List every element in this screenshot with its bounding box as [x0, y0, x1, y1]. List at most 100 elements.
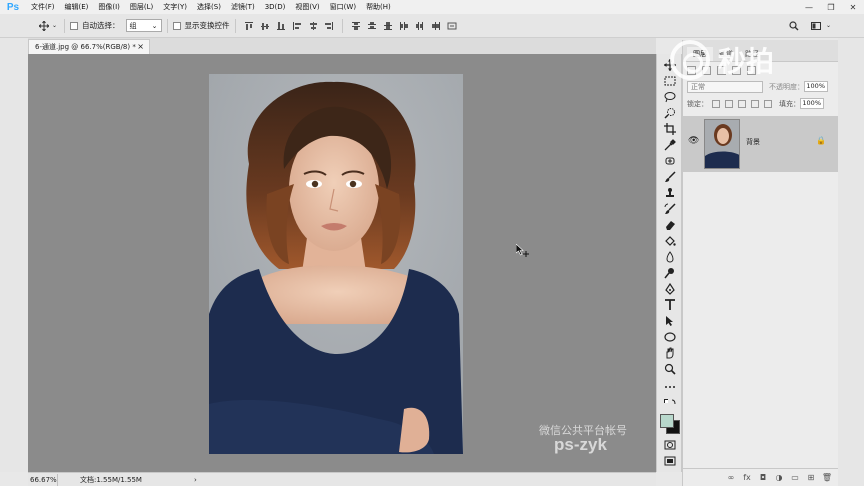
watermark-id-text: ps-zyk [554, 435, 607, 454]
new-layer-icon[interactable]: ⊞ [806, 473, 816, 483]
mask-icon[interactable]: ◘ [758, 473, 768, 483]
pen-tool-icon[interactable] [662, 282, 678, 296]
distribute-right-icon[interactable] [428, 19, 444, 33]
portrait-photo [209, 74, 463, 454]
link-icon[interactable]: ∞ [726, 473, 736, 483]
clone-stamp-tool-icon[interactable] [662, 186, 678, 200]
auto-select-value: 组 [129, 21, 137, 30]
menu-image[interactable]: 图像(I) [93, 0, 125, 14]
chevron-down-icon[interactable]: ⌄ [52, 22, 57, 29]
distribute-left-icon[interactable] [396, 19, 412, 33]
type-tool-icon[interactable] [662, 298, 678, 312]
align-right-icon[interactable] [321, 19, 337, 33]
path-selection-tool-icon[interactable] [662, 314, 678, 328]
show-transform-checkbox[interactable] [172, 21, 181, 30]
ellipse-tool-icon[interactable] [662, 330, 678, 344]
menu-view[interactable]: 视图(V) [290, 0, 324, 14]
layers-panel-footer: ∞ fx ◘ ◑ ▭ ⊞ 🗑 [683, 468, 838, 486]
miaopai-brand-text: 秒拍 [718, 45, 775, 78]
menu-filter[interactable]: 滤镜(T) [226, 0, 260, 14]
dodge-tool-icon[interactable] [662, 266, 678, 280]
blur-tool-icon[interactable] [662, 250, 678, 264]
menu-help[interactable]: 帮助(H) [361, 0, 396, 14]
lock-icon: 🔒 [816, 136, 826, 145]
opacity-label: 不透明度： [769, 82, 804, 91]
lock-label: 锁定： [687, 99, 708, 108]
workspace-icon[interactable] [808, 19, 824, 33]
fill-label: 填充： [779, 99, 800, 108]
restore-button[interactable]: ❐ [820, 0, 842, 14]
close-tab-icon[interactable]: × [137, 40, 144, 54]
fx-icon[interactable]: fx [742, 473, 752, 483]
menu-layer[interactable]: 图层(L) [125, 0, 158, 14]
status-bar: 66.67% 文档:1.55M/1.55M › [28, 472, 656, 486]
eye-visibility-icon[interactable]: 👁 [688, 136, 699, 146]
trash-icon[interactable]: 🗑 [822, 473, 832, 483]
document-tab-bar: 6-通道.jpg @ 66.7%(RGB/8) * × [28, 38, 656, 54]
lock-transparent-icon[interactable] [712, 99, 720, 108]
miaopai-watermark: 秒拍 [670, 38, 810, 82]
eraser-tool-icon[interactable] [662, 218, 678, 232]
options-bar: ⌄ 自动选择： 组 ⌄ 显示变换控件 ⌄ [0, 14, 864, 38]
distribute-bottom-icon[interactable] [380, 19, 396, 33]
align-vcenter-icon[interactable] [257, 19, 273, 33]
zoom-tool-icon[interactable] [662, 362, 678, 376]
quick-select-tool-icon[interactable] [662, 106, 678, 120]
lock-position-icon[interactable] [738, 99, 746, 108]
separator [64, 18, 66, 33]
swap-colors-icon[interactable] [662, 398, 678, 412]
zoom-level-field[interactable]: 66.67% [28, 473, 58, 486]
paint-bucket-tool-icon[interactable] [662, 234, 678, 248]
fill-field[interactable]: 100% [800, 98, 824, 109]
document-image[interactable] [209, 74, 463, 454]
separator [166, 18, 168, 33]
align-top-icon[interactable] [241, 19, 257, 33]
document-tab[interactable]: 6-通道.jpg @ 66.7%(RGB/8) * × [28, 39, 150, 54]
align-bottom-icon[interactable] [273, 19, 289, 33]
layer-row-background[interactable]: 👁 背景 🔒 [683, 116, 838, 172]
adjustment-icon[interactable]: ◑ [774, 473, 784, 483]
lock-image-icon[interactable] [725, 99, 733, 108]
menu-window[interactable]: 窗口(W) [325, 0, 361, 14]
menu-type[interactable]: 文字(Y) [158, 0, 192, 14]
lock-all-icon[interactable] [764, 99, 772, 108]
hand-tool-icon[interactable] [662, 346, 678, 360]
distribute-top-icon[interactable] [348, 19, 364, 33]
screen-mode-icon[interactable] [662, 454, 678, 468]
eyedropper-tool-icon[interactable] [662, 138, 678, 152]
align-left-icon[interactable] [289, 19, 305, 33]
opacity-field[interactable]: 100% [804, 81, 828, 92]
photoshop-logo: Ps [0, 0, 26, 14]
lock-artboard-icon[interactable] [751, 99, 759, 108]
status-menu-arrow[interactable]: › [194, 476, 197, 484]
quick-mask-icon[interactable] [662, 438, 678, 452]
menu-file[interactable]: 文件(F) [26, 0, 60, 14]
history-brush-tool-icon[interactable] [662, 202, 678, 216]
minimize-button[interactable]: — [798, 0, 820, 14]
close-button[interactable]: ✕ [842, 0, 864, 14]
align-hcenter-icon[interactable] [305, 19, 321, 33]
canvas-area[interactable]: 微信公共平台帐号 ps-zyk [28, 54, 656, 472]
blend-mode-select[interactable]: 正常 [687, 80, 763, 93]
lasso-tool-icon[interactable] [662, 90, 678, 104]
auto-select-dropdown[interactable]: 组 ⌄ [125, 19, 162, 32]
chevron-down-icon[interactable]: ⌄ [826, 22, 831, 29]
group-icon[interactable]: ▭ [790, 473, 800, 483]
menu-select[interactable]: 选择(S) [192, 0, 226, 14]
more-tools-icon[interactable] [662, 380, 678, 394]
brush-tool-icon[interactable] [662, 170, 678, 184]
layers-panel: 图层 通道 路径 正常 不透明度： 100% 锁定： 填充： 100% 👁 背景… [682, 40, 838, 486]
document-info: 文档:1.55M/1.55M [80, 475, 142, 484]
distribute-hcenter-icon[interactable] [412, 19, 428, 33]
auto-select-checkbox[interactable] [70, 21, 79, 30]
crop-tool-icon[interactable] [662, 122, 678, 136]
move-tool-preset-icon[interactable] [36, 19, 52, 33]
move-cursor-icon [515, 243, 530, 260]
menu-3d[interactable]: 3D(D) [260, 0, 291, 14]
distribute-vcenter-icon[interactable] [364, 19, 380, 33]
foreground-color-swatch[interactable] [660, 414, 674, 428]
auto-align-icon[interactable] [444, 19, 460, 33]
healing-brush-tool-icon[interactable] [662, 154, 678, 168]
menu-edit[interactable]: 编辑(E) [60, 0, 94, 14]
search-icon[interactable] [786, 19, 802, 33]
